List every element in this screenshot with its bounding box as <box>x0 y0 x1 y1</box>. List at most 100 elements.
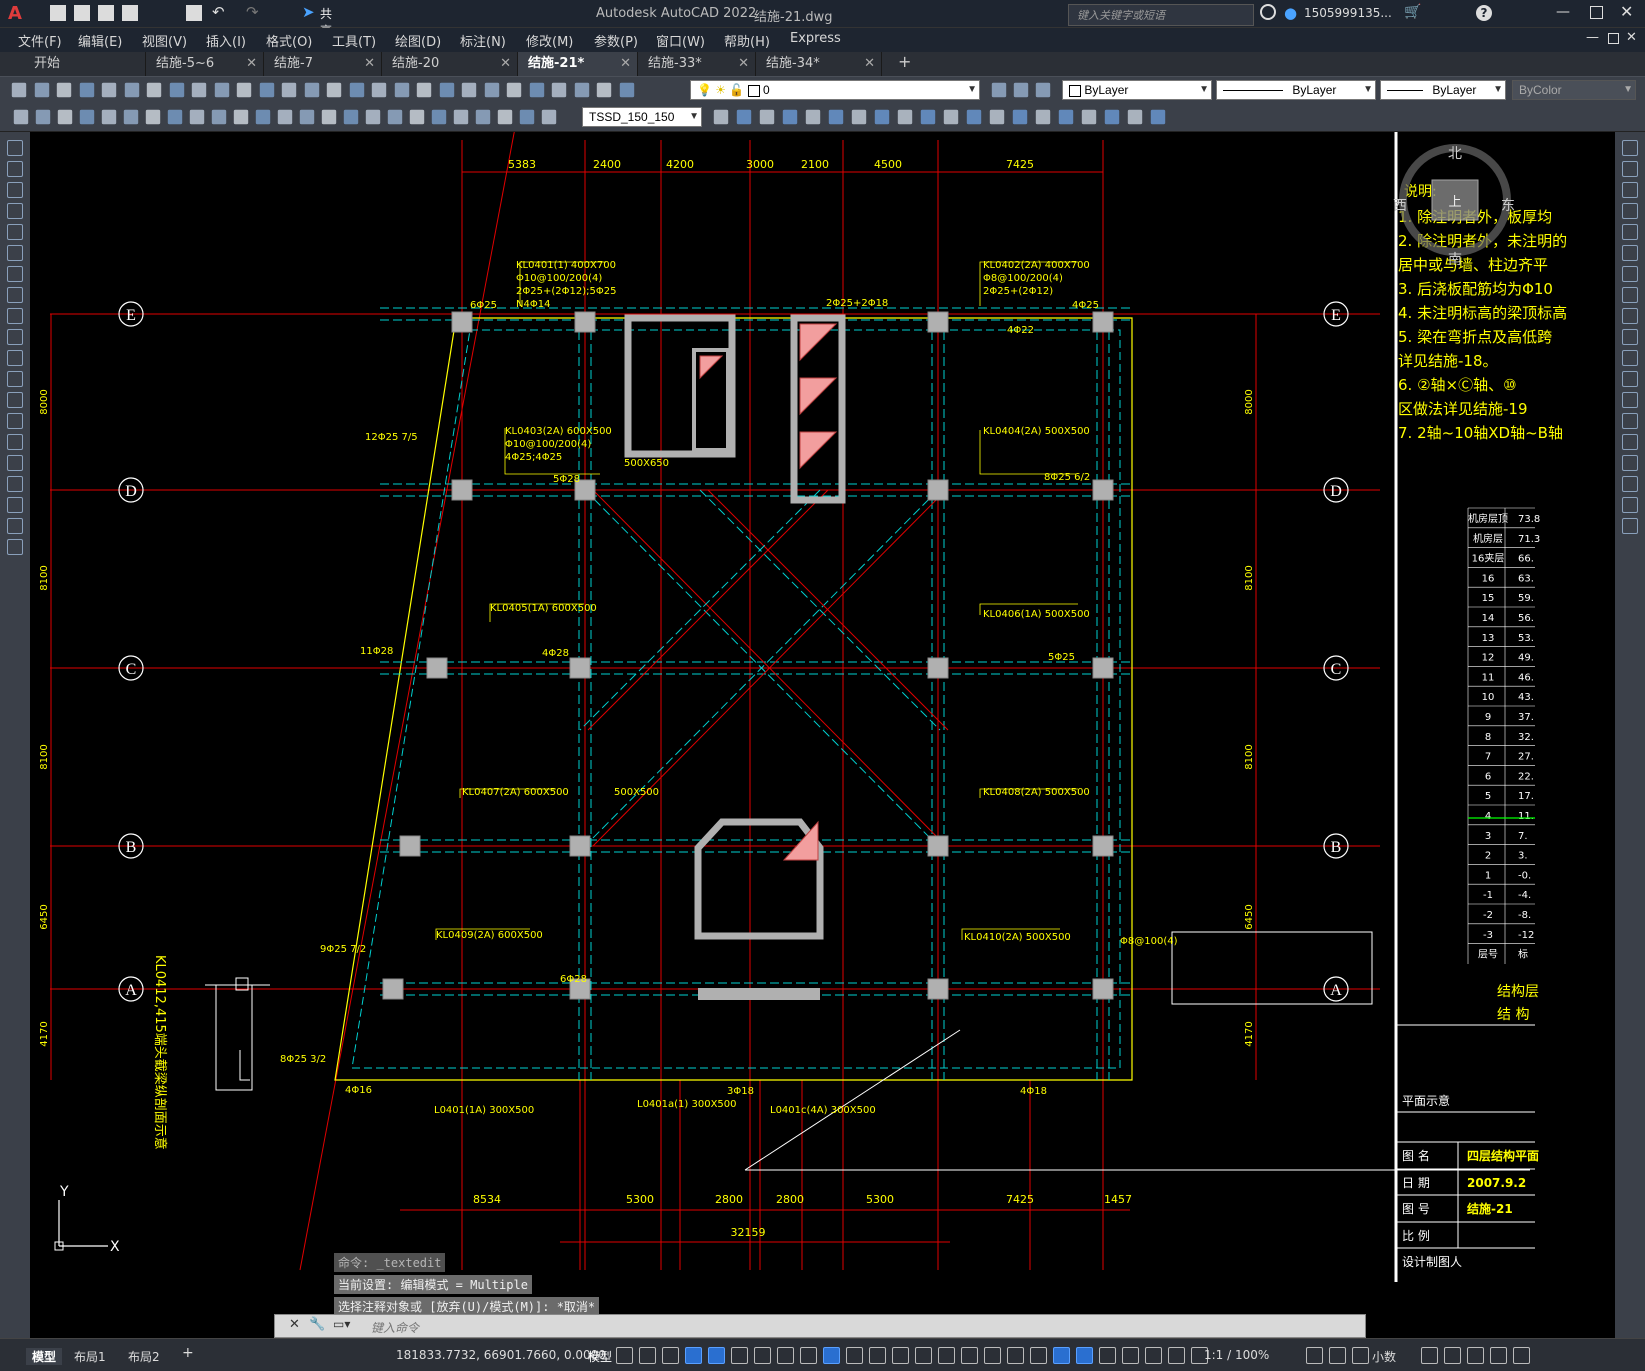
modify-tool-icon[interactable] <box>966 109 982 125</box>
toolbar-tool-icon[interactable] <box>79 82 94 98</box>
toolbar-tool-icon[interactable] <box>394 82 409 98</box>
palette-tool-icon[interactable] <box>1622 497 1638 513</box>
toolbar-tool-icon[interactable] <box>387 109 403 125</box>
palette-tool-icon[interactable] <box>7 266 23 282</box>
toolbar-tool-icon[interactable] <box>146 82 162 98</box>
toolbar-tool-icon[interactable] <box>189 109 205 125</box>
status-toggle-icon[interactable] <box>1030 1347 1047 1364</box>
autocad-logo-icon[interactable]: A <box>8 3 22 24</box>
status-toggle-icon[interactable] <box>800 1347 817 1364</box>
palette-tool-icon[interactable] <box>1622 140 1638 156</box>
toolbar-tool-icon[interactable] <box>233 109 249 125</box>
cart-icon[interactable]: 🛒 <box>1404 4 1421 20</box>
palette-tool-icon[interactable] <box>7 287 23 303</box>
status-toggle-icon[interactable] <box>616 1347 633 1364</box>
palette-tool-icon[interactable] <box>7 308 23 324</box>
status-toggle-icon[interactable] <box>984 1347 1001 1364</box>
menu-insert[interactable]: 插入(I) <box>206 31 246 50</box>
palette-tool-icon[interactable] <box>7 245 23 261</box>
toolbar-tool-icon[interactable] <box>299 109 315 125</box>
palette-tool-icon[interactable] <box>7 203 23 219</box>
palette-tool-icon[interactable] <box>7 518 23 534</box>
modify-tool-icon[interactable] <box>920 109 936 125</box>
modify-tool-icon[interactable] <box>989 109 1005 125</box>
status-toggle-icon[interactable] <box>1099 1347 1116 1364</box>
tab-jieshi-5-6[interactable]: 结施-5~6 ✕ <box>146 52 264 76</box>
palette-tool-icon[interactable] <box>1622 455 1638 471</box>
toolbar-tool-icon[interactable] <box>343 109 359 125</box>
status-toggle-icon[interactable] <box>1145 1347 1162 1364</box>
toolbar-tool-icon[interactable] <box>34 82 49 98</box>
toolbar-tool-icon[interactable] <box>529 82 544 98</box>
linetype-dropdown[interactable]: ByLayer ▼ <box>1216 80 1376 100</box>
toolbar-tool-icon[interactable] <box>416 82 432 98</box>
toolbar-tool-icon[interactable] <box>281 82 297 98</box>
menu-express[interactable]: Express <box>790 31 841 46</box>
modify-tool-icon[interactable] <box>1081 109 1097 125</box>
modify-tool-icon[interactable] <box>1104 109 1120 125</box>
share-icon[interactable]: ➤ <box>302 3 315 21</box>
status-toggle-icon[interactable] <box>708 1347 725 1364</box>
status-toggle-icon[interactable] <box>1168 1347 1185 1364</box>
layout-tab-2[interactable]: 布局2 <box>128 1348 160 1365</box>
modify-tool-icon[interactable] <box>1058 109 1074 125</box>
palette-tool-icon[interactable] <box>7 497 23 513</box>
status-toggle-icon[interactable] <box>938 1347 955 1364</box>
toolbar-tool-icon[interactable] <box>79 109 95 125</box>
status-toggle-icon[interactable] <box>1076 1347 1093 1364</box>
modify-tool-icon[interactable] <box>828 109 844 125</box>
toolbar-tool-icon[interactable] <box>211 109 227 125</box>
toolbar-tool-icon[interactable] <box>519 109 535 125</box>
modify-tool-icon[interactable] <box>782 109 798 125</box>
tab-close-icon[interactable]: ✕ <box>738 52 749 76</box>
palette-tool-icon[interactable] <box>1622 476 1638 492</box>
modify-tool-icon[interactable] <box>736 109 752 125</box>
menu-dimension[interactable]: 标注(N) <box>460 31 506 50</box>
menu-window[interactable]: 窗口(W) <box>656 31 705 50</box>
toolbar-tool-icon[interactable] <box>321 109 337 125</box>
palette-tool-icon[interactable] <box>1622 287 1638 303</box>
plotstyle-dropdown[interactable]: ByColor ▼ <box>1512 80 1636 100</box>
tab-close-icon[interactable]: ✕ <box>246 52 257 76</box>
palette-tool-icon[interactable] <box>7 413 23 429</box>
toolbar-tool-icon[interactable] <box>574 82 589 98</box>
status-toggle-icon[interactable] <box>1053 1347 1070 1364</box>
menu-modify[interactable]: 修改(M) <box>526 31 573 50</box>
doc-restore-icon[interactable] <box>1608 33 1619 44</box>
user-icon[interactable]: ● <box>1284 4 1297 22</box>
layer-tool-icon[interactable] <box>1013 82 1029 98</box>
status-toggle-icon[interactable] <box>915 1347 932 1364</box>
menu-file[interactable]: 文件(F) <box>18 31 62 50</box>
status-toggle-icon[interactable] <box>1513 1347 1530 1364</box>
close-icon[interactable]: ✕ <box>1620 2 1633 21</box>
status-toggle-icon[interactable] <box>1421 1347 1438 1364</box>
toolbar-tool-icon[interactable] <box>551 82 567 98</box>
toolbar-tool-icon[interactable] <box>255 109 271 125</box>
palette-tool-icon[interactable] <box>1622 308 1638 324</box>
palette-tool-icon[interactable] <box>7 392 23 408</box>
menu-tools[interactable]: 工具(T) <box>332 31 376 50</box>
lineweight-dropdown[interactable]: ByLayer ▼ <box>1380 80 1506 100</box>
doc-close-icon[interactable]: ✕ <box>1626 30 1637 45</box>
modify-tool-icon[interactable] <box>1127 109 1143 125</box>
palette-tool-icon[interactable] <box>7 161 23 177</box>
toolbar-tool-icon[interactable] <box>236 82 252 98</box>
status-toggle-icon[interactable] <box>1467 1347 1484 1364</box>
command-customize-icon[interactable]: 🔧 <box>309 1317 325 1332</box>
toolbar-tool-icon[interactable] <box>259 82 274 98</box>
toolbar-tool-icon[interactable] <box>35 109 51 125</box>
tab-jieshi-21[interactable]: 结施-21* ✕ <box>518 52 638 76</box>
command-close-icon[interactable]: ✕ <box>289 1317 300 1332</box>
palette-tool-icon[interactable] <box>7 434 23 450</box>
tab-close-icon[interactable]: ✕ <box>864 52 875 76</box>
status-toggle-icon[interactable] <box>846 1347 863 1364</box>
status-toggle-icon[interactable] <box>1490 1347 1507 1364</box>
modify-tool-icon[interactable] <box>1012 109 1028 125</box>
model-space-toggle[interactable]: 模型 <box>588 1348 612 1365</box>
undo-icon[interactable]: ↶ <box>212 3 225 21</box>
toolbar-tool-icon[interactable] <box>101 109 117 125</box>
status-toggle-icon[interactable] <box>685 1347 702 1364</box>
toolbar-tool-icon[interactable] <box>409 109 425 125</box>
palette-tool-icon[interactable] <box>7 476 23 492</box>
toolbar-tool-icon[interactable] <box>326 82 342 98</box>
